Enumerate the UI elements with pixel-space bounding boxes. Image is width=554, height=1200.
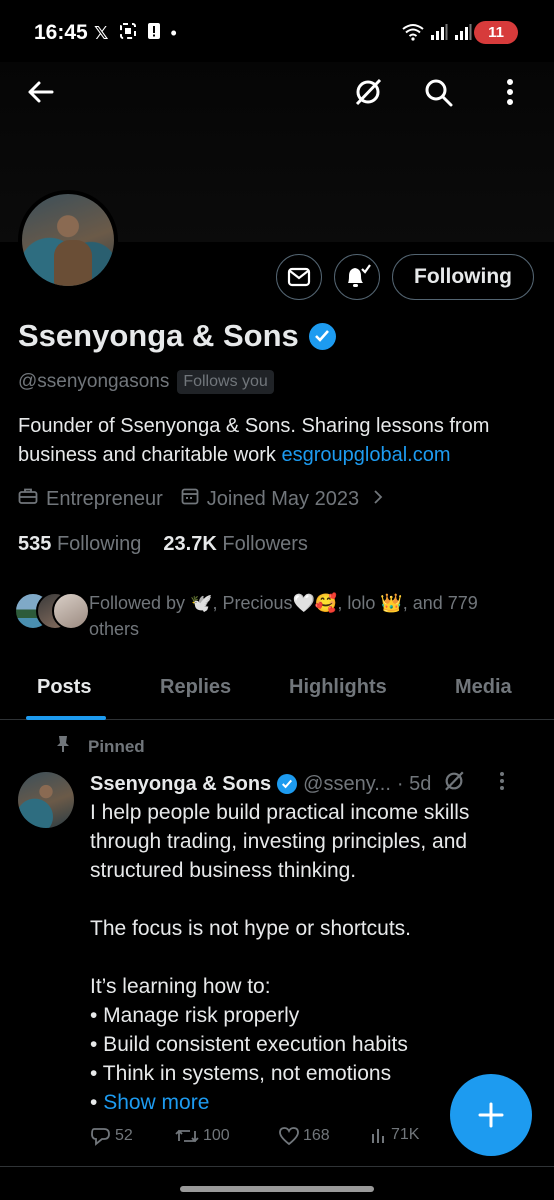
joined-date: Joined May 2023 (206, 487, 360, 510)
tab-posts[interactable]: Posts (37, 676, 91, 699)
wifi-icon (402, 23, 424, 44)
message-button[interactable] (276, 254, 322, 300)
avatar-figure (54, 240, 92, 286)
dot-icon: • (170, 23, 177, 43)
follow-counts: 535 Following 23.7K Followers (18, 533, 308, 556)
post-author-handle[interactable]: @sseny... (303, 773, 391, 796)
more-vertical-icon[interactable] (490, 72, 530, 112)
repost-count: 100 (203, 1127, 230, 1144)
reply-button[interactable]: 52 (90, 1126, 133, 1146)
search-icon[interactable] (418, 72, 458, 112)
alert-icon (147, 22, 161, 45)
status-bar: 16:45 𝕏 • 11 (0, 0, 554, 62)
status-left-icons: 𝕏 • (94, 22, 177, 45)
bullet-prefix: • (90, 1091, 104, 1114)
profile-header (0, 62, 554, 132)
post-paragraph: It’s learning how to: (90, 975, 271, 998)
follower-avatar (52, 592, 90, 630)
views-icon (372, 1129, 384, 1143)
profile-tabs: Posts Replies Highlights Media (0, 660, 554, 720)
bio-link[interactable]: esgroupglobal.com (281, 444, 450, 466)
post-bullet: • Build consistent execution habits (90, 1033, 408, 1056)
briefcase-icon (18, 487, 38, 511)
followers-label: Followers (222, 533, 308, 555)
profile-category: Entrepreneur (46, 487, 163, 510)
grok-icon[interactable] (443, 770, 465, 798)
screenshot-icon (119, 22, 137, 45)
active-tab-indicator (26, 716, 106, 720)
battery-indicator: 11 (474, 21, 518, 44)
pinned-label-row: Pinned (56, 735, 145, 758)
x-logo-icon: 𝕏 (94, 23, 109, 43)
show-more-link[interactable]: Show more (103, 1091, 209, 1114)
status-time: 16:45 (34, 21, 88, 44)
profile-meta: Entrepreneur Joined May 2023 (18, 487, 383, 511)
reply-count: 52 (115, 1127, 133, 1144)
views-button[interactable]: 71K (370, 1126, 419, 1144)
verified-badge-icon[interactable] (308, 322, 336, 350)
view-count: 71K (391, 1126, 420, 1143)
verified-badge-icon (277, 774, 298, 794)
notifications-button[interactable] (334, 254, 380, 300)
post-header: Ssenyonga & Sons @sseny... · 5d (90, 770, 505, 798)
bell-check-icon (348, 264, 371, 287)
divider (0, 1166, 554, 1167)
following-count-link[interactable]: 535 Following (18, 533, 141, 556)
signal-icon (454, 24, 472, 43)
handle-row: @ssenyongasons Follows you (18, 370, 274, 394)
signal-icon (430, 24, 448, 43)
pinned-label: Pinned (88, 736, 145, 756)
heart-icon (279, 1127, 299, 1146)
chevron-right-icon[interactable] (373, 488, 383, 511)
post-time: · 5d (396, 772, 432, 795)
like-count: 168 (303, 1127, 330, 1144)
post-text[interactable]: I help people build practical income ski… (90, 798, 530, 1117)
post-author-avatar[interactable] (18, 772, 74, 828)
following-label: Following (56, 533, 142, 555)
calendar-icon (181, 487, 199, 511)
post-paragraph: I help people build practical income ski… (90, 801, 470, 882)
compose-button[interactable] (450, 1074, 532, 1156)
profile-bio: Founder of Ssenyonga & Sons. Sharing les… (18, 412, 538, 470)
profile-avatar[interactable] (18, 190, 118, 290)
repost-icon (175, 1129, 199, 1143)
followers-count-link[interactable]: 23.7K Followers (163, 533, 308, 556)
tab-highlights[interactable]: Highlights (289, 676, 387, 699)
followed-by-text[interactable]: Followed by 🕊️, Precious🤍🥰, lolo 👑, and … (89, 590, 529, 642)
profile-name-row: Ssenyonga & Sons (18, 318, 336, 354)
following-count: 535 (18, 533, 52, 555)
profile-handle: @ssenyongasons (18, 371, 170, 392)
grok-icon[interactable] (348, 72, 388, 112)
status-right-icons (402, 23, 472, 44)
post-author-name[interactable]: Ssenyonga & Sons (90, 773, 271, 796)
followers-count: 23.7K (163, 533, 217, 555)
tab-replies[interactable]: Replies (160, 676, 231, 699)
plus-icon (478, 1102, 504, 1128)
back-arrow-icon[interactable] (20, 72, 60, 112)
follows-you-badge: Follows you (177, 370, 274, 394)
repost-button[interactable]: 100 (174, 1126, 230, 1146)
battery-level: 11 (488, 24, 504, 41)
profile-name: Ssenyonga & Sons (18, 318, 299, 353)
home-indicator[interactable] (180, 1186, 374, 1192)
post-more-icon[interactable] (499, 771, 505, 797)
pin-icon (56, 735, 70, 758)
post-bullet: • Manage risk properly (90, 1004, 300, 1027)
envelope-icon (287, 267, 311, 287)
following-button[interactable]: Following (392, 254, 534, 300)
like-button[interactable]: 168 (278, 1126, 330, 1146)
reply-icon (91, 1128, 110, 1146)
post-paragraph: The focus is not hype or shortcuts. (90, 917, 411, 940)
tab-media[interactable]: Media (455, 676, 512, 699)
